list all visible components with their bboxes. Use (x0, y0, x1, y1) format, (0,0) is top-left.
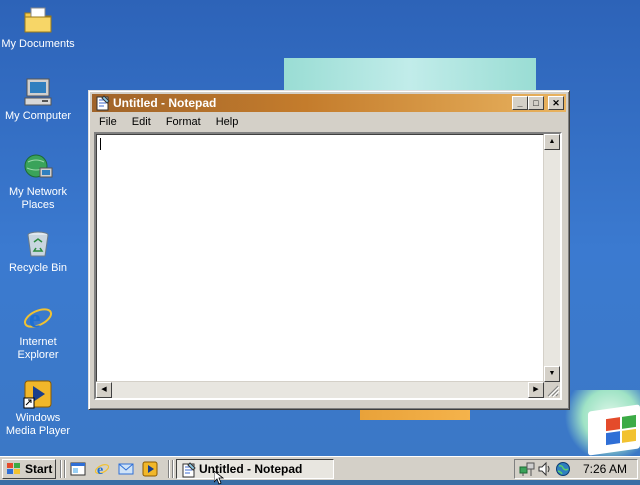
desktop-icon-internet-explorer[interactable]: e Internet Explorer (0, 302, 76, 362)
taskbar-separator (168, 460, 170, 478)
desktop-icon-label: My Documents (1, 38, 75, 50)
notepad-icon (182, 462, 196, 478)
recycle-bin-icon (27, 231, 49, 257)
media-player-icon (23, 380, 52, 409)
resize-grip-icon[interactable] (544, 382, 560, 398)
network-places-icon (24, 154, 53, 178)
taskbar-separator (60, 460, 62, 478)
clock[interactable]: 7:26 AM (583, 460, 627, 478)
taskbar-separator (64, 460, 66, 478)
desktop-icon-recycle-bin[interactable]: Recycle Bin (0, 228, 76, 275)
desktop-icon-media-player[interactable]: Windows Media Player (0, 378, 76, 438)
taskbar-separator (172, 460, 174, 478)
volume-icon[interactable] (537, 461, 553, 477)
desktop-icon-label: Internet Explorer (17, 336, 59, 361)
desktop-icon-label: Windows Media Player (5, 412, 71, 437)
menu-file[interactable]: File (94, 113, 122, 131)
internet-explorer-icon[interactable]: e (94, 461, 110, 477)
vertical-scrollbar[interactable]: ▲ ▼ (544, 134, 560, 382)
svg-text:e: e (97, 463, 103, 477)
text-content[interactable] (96, 134, 544, 382)
my-computer-icon (24, 78, 52, 106)
desktop: My Documents My Computer My Network Plac… (0, 0, 640, 456)
outlook-express-icon[interactable] (118, 461, 134, 477)
horizontal-scrollbar[interactable]: ◀ ▶ (96, 382, 544, 398)
window-titlebar[interactable]: Untitled - Notepad _ □ ✕ (92, 94, 566, 112)
menu-bar: File Edit Format Help (92, 113, 566, 131)
mouse-pointer-icon (214, 471, 224, 485)
globe-icon[interactable] (555, 461, 571, 477)
notepad-icon (96, 95, 110, 111)
windows-logo-icon (588, 404, 640, 456)
menu-help[interactable]: Help (211, 113, 244, 131)
text-editor-area[interactable]: ▲ ▼ ◀ ▶ (94, 132, 562, 400)
start-button[interactable]: Start (2, 459, 56, 479)
desktop-icon-label: Recycle Bin (8, 262, 68, 274)
desktop-icon-my-documents[interactable]: My Documents (0, 4, 76, 51)
desktop-icon-network-places[interactable]: My Network Places (0, 152, 76, 212)
taskbar: Start e Untitled - Notepad 7:26 AM (0, 456, 640, 480)
scroll-right-button[interactable]: ▶ (528, 382, 544, 398)
scroll-down-button[interactable]: ▼ (544, 366, 560, 382)
taskbar-button-notepad[interactable]: Untitled - Notepad (176, 459, 334, 479)
notepad-window[interactable]: Untitled - Notepad _ □ ✕ File Edit Forma… (88, 90, 570, 410)
text-caret (100, 138, 101, 150)
close-button[interactable]: ✕ (548, 96, 564, 110)
windows-flag-icon (7, 463, 20, 474)
menu-format[interactable]: Format (161, 113, 206, 131)
system-tray: 7:26 AM (514, 459, 638, 479)
scroll-left-button[interactable]: ◀ (96, 382, 112, 398)
scroll-up-button[interactable]: ▲ (544, 134, 560, 150)
my-documents-icon (24, 7, 52, 33)
minimize-button[interactable]: _ (512, 96, 528, 110)
menu-edit[interactable]: Edit (127, 113, 156, 131)
show-desktop-icon[interactable] (70, 461, 86, 477)
maximize-button[interactable]: □ (528, 96, 544, 110)
desktop-icon-label: My Computer (4, 110, 72, 122)
window-title: Untitled - Notepad (113, 96, 217, 110)
media-player-icon[interactable] (142, 461, 158, 477)
desktop-icon-my-computer[interactable]: My Computer (0, 76, 76, 123)
svg-text:e: e (29, 304, 41, 333)
start-label: Start (25, 462, 53, 476)
desktop-icon-label: My Network Places (8, 186, 68, 211)
network-icon[interactable] (519, 461, 535, 477)
internet-explorer-icon: e (23, 304, 53, 333)
